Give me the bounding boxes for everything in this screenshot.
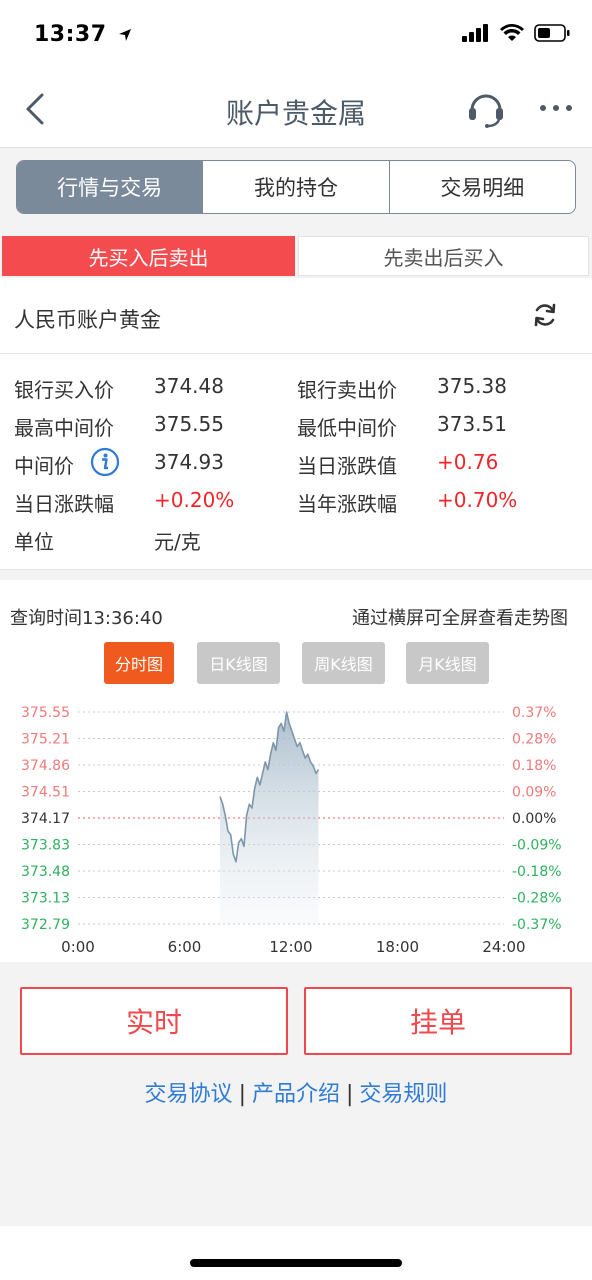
nav-bar: 账户贵金属 bbox=[0, 70, 592, 148]
signal-icon bbox=[462, 24, 488, 42]
unit-label: 单位 bbox=[14, 530, 54, 554]
y-right-tick: -0.28% bbox=[512, 891, 562, 907]
y-right-tick: 0.09% bbox=[512, 785, 556, 801]
wifi-icon bbox=[500, 24, 524, 41]
more-dots-icon[interactable] bbox=[538, 98, 574, 118]
y-right-tick: 0.28% bbox=[512, 732, 556, 748]
tab-intraday[interactable]: 分时图 bbox=[104, 642, 174, 684]
y-right-tick: 0.37% bbox=[512, 705, 556, 721]
bank-sell-label: 银行卖出价 bbox=[297, 378, 397, 402]
high-mid-label: 最高中间价 bbox=[14, 416, 114, 440]
refresh-icon[interactable] bbox=[532, 302, 558, 328]
bank-sell-value: 375.38 bbox=[437, 374, 507, 398]
y-right-tick: 0.00% bbox=[512, 811, 556, 827]
tab-daily-k[interactable]: 日K线图 bbox=[197, 642, 280, 684]
order-button[interactable]: 挂单 bbox=[304, 987, 572, 1055]
y-left-tick: 374.17 bbox=[21, 811, 70, 827]
tab-my-holdings[interactable]: 我的持仓 bbox=[202, 161, 388, 213]
trade-direction-tabs: 先买入后卖出 先卖出后买入 bbox=[0, 232, 592, 278]
y-left-tick: 374.86 bbox=[21, 758, 70, 774]
year-pct-label: 当年涨跌幅 bbox=[297, 492, 397, 516]
intraday-chart: 375.55 0.37% 375.21 0.28% 374.86 0.18% 374.51 0… bbox=[21, 705, 562, 956]
day-change-label: 当日涨跌值 bbox=[297, 454, 397, 478]
tab-trade-details[interactable]: 交易明细 bbox=[388, 161, 575, 213]
link-trade-rules[interactable]: 交易规则 bbox=[359, 1082, 447, 1107]
x-axis-tick: 0:00 bbox=[61, 938, 95, 956]
low-mid-label: 最低中间价 bbox=[297, 416, 397, 440]
segmented-control: 行情与交易 我的持仓 交易明细 bbox=[16, 160, 576, 214]
chart-panel: 查询时间13:36:40 通过横屏可全屏查看走势图 分时图 日K线图 周K线图 … bbox=[0, 580, 592, 962]
home-indicator bbox=[190, 1259, 402, 1267]
y-right-tick: 0.18% bbox=[512, 758, 556, 774]
quote-panel: 银行买入价 374.48 银行卖出价 375.38 最高中间价 375.55 最… bbox=[0, 354, 592, 570]
info-icon[interactable] bbox=[90, 447, 120, 477]
y-left-tick: 372.79 bbox=[21, 917, 70, 933]
mid-price-value: 374.93 bbox=[154, 450, 224, 474]
high-mid-value: 375.55 bbox=[154, 412, 224, 436]
x-axis-tick: 24:00 bbox=[482, 938, 525, 956]
segment-container: 行情与交易 我的持仓 交易明细 bbox=[0, 148, 592, 232]
bank-buy-label: 银行买入价 bbox=[14, 378, 114, 402]
headset-icon[interactable] bbox=[466, 88, 506, 128]
link-product-intro[interactable]: 产品介绍 bbox=[252, 1082, 340, 1107]
link-trade-agreement[interactable]: 交易协议 bbox=[145, 1082, 233, 1107]
quote-row: 中间价 374.93 当日涨跌值 +0.76 bbox=[0, 444, 592, 482]
quote-row: 当日涨跌幅 +0.20% 当年涨跌幅 +0.70% bbox=[0, 482, 592, 520]
y-left-tick: 375.55 bbox=[21, 705, 70, 721]
x-axis-tick: 6:00 bbox=[168, 938, 202, 956]
y-left-tick: 373.83 bbox=[21, 838, 70, 854]
link-separator: | bbox=[346, 1082, 354, 1107]
footer-links: 交易协议 | 产品介绍 | 交易规则 bbox=[0, 1076, 592, 1108]
y-right-tick: -0.18% bbox=[512, 864, 562, 880]
status-icons bbox=[462, 24, 570, 42]
tab-sell-first[interactable]: 先卖出后买入 bbox=[298, 236, 589, 276]
quote-row: 银行买入价 374.48 银行卖出价 375.38 bbox=[0, 368, 592, 406]
day-change-value: +0.76 bbox=[437, 450, 499, 474]
y-left-tick: 373.48 bbox=[21, 864, 70, 880]
y-left-tick: 373.13 bbox=[21, 891, 70, 907]
bank-buy-value: 374.48 bbox=[154, 374, 224, 398]
y-right-tick: -0.37% bbox=[512, 917, 562, 933]
status-bar: 13:37 bbox=[0, 0, 592, 70]
chart-tabs: 分时图 日K线图 周K线图 月K线图 bbox=[0, 642, 592, 686]
realtime-button[interactable]: 实时 bbox=[20, 987, 288, 1055]
low-mid-value: 373.51 bbox=[437, 412, 507, 436]
quote-row: 最高中间价 375.55 最低中间价 373.51 bbox=[0, 406, 592, 444]
tab-market-trade[interactable]: 行情与交易 bbox=[17, 161, 203, 213]
section-divider bbox=[0, 570, 592, 580]
day-pct-label: 当日涨跌幅 bbox=[14, 492, 114, 516]
battery-icon bbox=[534, 24, 570, 42]
product-name: 人民币账户黄金 bbox=[14, 308, 161, 332]
mid-price-label: 中间价 bbox=[14, 454, 74, 478]
product-bar: 人民币账户黄金 bbox=[0, 278, 592, 354]
query-time: 查询时间13:36:40 bbox=[10, 608, 163, 629]
x-axis-tick: 18:00 bbox=[376, 938, 419, 956]
tab-buy-first[interactable]: 先买入后卖出 bbox=[2, 236, 295, 276]
link-separator: | bbox=[238, 1082, 246, 1107]
unit-value: 元/克 bbox=[154, 530, 201, 554]
y-right-tick: -0.09% bbox=[512, 838, 562, 854]
tab-weekly-k[interactable]: 周K线图 bbox=[302, 642, 385, 684]
location-arrow-icon bbox=[118, 29, 131, 41]
status-time: 13:37 bbox=[34, 22, 133, 47]
y-left-tick: 375.21 bbox=[21, 732, 70, 748]
x-axis-tick: 12:00 bbox=[269, 938, 312, 956]
year-pct-value: +0.70% bbox=[437, 488, 518, 512]
tab-monthly-k[interactable]: 月K线图 bbox=[406, 642, 489, 684]
day-pct-value: +0.20% bbox=[154, 488, 235, 512]
landscape-tip: 通过横屏可全屏查看走势图 bbox=[352, 608, 568, 629]
quote-row: 单位 元/克 bbox=[0, 520, 592, 558]
y-left-tick: 374.51 bbox=[21, 785, 70, 801]
